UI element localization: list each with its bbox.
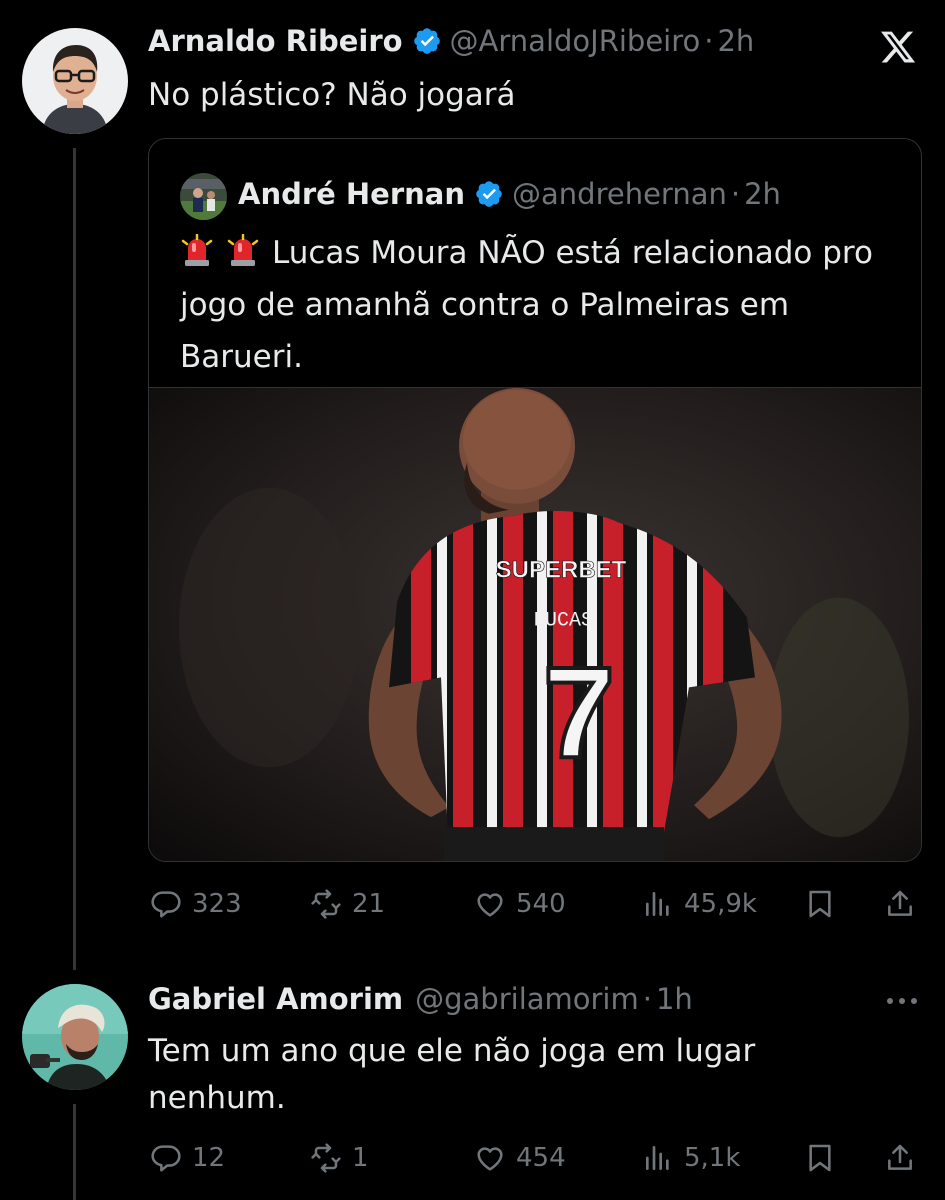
quoted-post-header: André Hernan @andrehernan · 2h	[238, 177, 781, 211]
views-count: 5,1k	[684, 1143, 741, 1173]
repost-icon	[311, 1143, 341, 1173]
reply-icon	[151, 891, 181, 918]
separator-dot: ·	[642, 982, 652, 1016]
repost-count: 1	[352, 1143, 369, 1173]
verified-badge-icon	[412, 26, 442, 56]
post-time[interactable]: 2h	[717, 24, 754, 58]
police-car-light-icon	[180, 234, 214, 268]
repost-count: 21	[352, 889, 386, 919]
police-car-light-icon	[226, 234, 260, 268]
post-header: Arnaldo Ribeiro @ArnaldoJRibeiro · 2h	[148, 24, 754, 58]
quoted-post-card[interactable]: André Hernan @andrehernan · 2h Lucas Mou…	[148, 138, 922, 862]
share-icon	[888, 1144, 912, 1170]
quoted-author-name[interactable]: André Hernan	[238, 177, 465, 211]
reply-icon	[151, 1145, 181, 1172]
jersey-name-text: LUCAS	[533, 609, 593, 632]
separator-dot: ·	[730, 177, 741, 211]
quoted-author-avatar[interactable]	[180, 173, 227, 220]
reply-author-avatar[interactable]	[22, 984, 128, 1090]
repost-icon	[311, 889, 341, 919]
author-avatar[interactable]	[22, 28, 128, 134]
reply-count: 12	[192, 1143, 226, 1173]
quoted-post-text-content: Lucas Moura NÃO está relacionado pro jog…	[180, 235, 873, 375]
reply-time[interactable]: 1h	[656, 982, 693, 1016]
reply-button[interactable]: 12	[150, 1134, 225, 1182]
bookmark-button[interactable]	[804, 880, 836, 928]
reply-text: Tem um ano que ele não joga em lugar nen…	[148, 1033, 756, 1116]
repost-button[interactable]: 1	[310, 1134, 369, 1182]
reply-button[interactable]: 323	[150, 880, 242, 928]
share-button[interactable]	[884, 1134, 916, 1182]
thread-connector-line	[73, 148, 76, 970]
share-icon	[888, 890, 912, 916]
x-logo-icon	[878, 28, 918, 66]
post-text: No plástico? Não jogará	[148, 77, 516, 113]
bookmark-button[interactable]	[804, 1134, 836, 1182]
like-button[interactable]: 540	[474, 880, 566, 928]
views-count: 45,9k	[684, 889, 757, 919]
share-button[interactable]	[884, 880, 916, 928]
views-icon	[646, 1146, 669, 1170]
post-action-bar: 323 21 540 45,9k	[148, 880, 920, 928]
quoted-post-photo[interactable]: SUPERBET LUCAS 7	[149, 387, 921, 861]
reply-author-handle[interactable]: @gabrilamorim	[415, 982, 639, 1016]
reply-author-name[interactable]: Gabriel Amorim	[148, 982, 403, 1016]
reply-count: 323	[192, 889, 242, 919]
like-button[interactable]: 454	[474, 1134, 566, 1182]
thread-connector-line-continued	[73, 1104, 76, 1200]
bookmark-icon	[809, 890, 831, 918]
author-handle[interactable]: @ArnaldoJRibeiro	[450, 24, 701, 58]
verified-badge-icon	[474, 179, 504, 209]
heart-icon	[477, 893, 503, 917]
author-name[interactable]: Arnaldo Ribeiro	[148, 24, 403, 58]
views-button[interactable]: 45,9k	[642, 880, 757, 928]
reply-header: Gabriel Amorim @gabrilamorim · 1h	[148, 982, 693, 1016]
separator-dot: ·	[704, 24, 714, 58]
heart-icon	[477, 1147, 503, 1171]
views-button[interactable]: 5,1k	[642, 1134, 740, 1182]
jersey-sponsor-text: SUPERBET	[495, 556, 627, 584]
repost-button[interactable]: 21	[310, 880, 385, 928]
quoted-author-handle[interactable]: @andrehernan	[512, 177, 727, 211]
quoted-post-text: Lucas Moura NÃO está relacionado pro jog…	[180, 227, 900, 383]
quoted-post-time[interactable]: 2h	[744, 177, 781, 211]
reply-action-bar: 12 1 454 5,1k	[148, 1134, 920, 1182]
bookmark-icon	[809, 1144, 831, 1172]
more-options-icon[interactable]	[884, 986, 920, 1016]
like-count: 454	[516, 1143, 566, 1173]
views-icon	[646, 892, 669, 916]
jersey-number-text: 7	[543, 639, 615, 785]
like-count: 540	[516, 889, 566, 919]
svg-text:SUPERBET: SUPERBET	[496, 557, 627, 584]
